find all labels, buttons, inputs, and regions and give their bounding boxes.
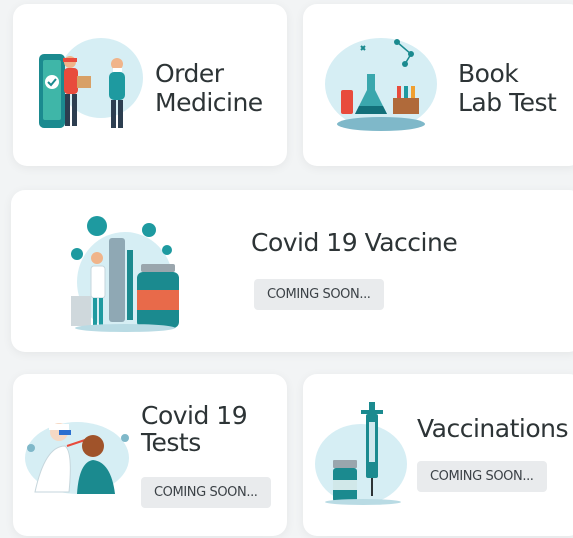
book-lab-test-card[interactable]: Book Lab Test [303,4,573,166]
book-lab-test-title-line1: Book [458,59,519,88]
vaccinations-card[interactable]: Vaccinations COMING SOON... [303,374,573,536]
covid-tests-title-line2: Tests [141,428,201,457]
covid-tests-title-line1: Covid 19 [141,401,248,430]
book-lab-test-title-line2: Lab Test [458,88,557,117]
lab-flask-icon [325,38,437,131]
vaccine-vial-icon [71,216,179,332]
medicine-delivery-icon [39,38,143,128]
coming-soon-badge: COMING SOON... [254,279,384,310]
order-medicine-card[interactable]: Order Medicine [13,4,287,166]
syringe-icon [315,402,407,505]
covid-vaccine-title: Covid 19 Vaccine [251,228,458,257]
order-medicine-title-line2: Medicine [155,88,263,117]
vaccinations-title: Vaccinations [417,414,569,443]
covid-tests-card[interactable]: Covid 19 Tests COMING SOON... [13,374,287,536]
swab-test-icon [25,422,129,494]
coming-soon-badge: COMING SOON... [141,477,271,508]
covid-vaccine-card[interactable]: Covid 19 Vaccine COMING SOON... [11,190,573,352]
coming-soon-badge: COMING SOON... [417,461,547,492]
order-medicine-title-line1: Order [155,59,224,88]
